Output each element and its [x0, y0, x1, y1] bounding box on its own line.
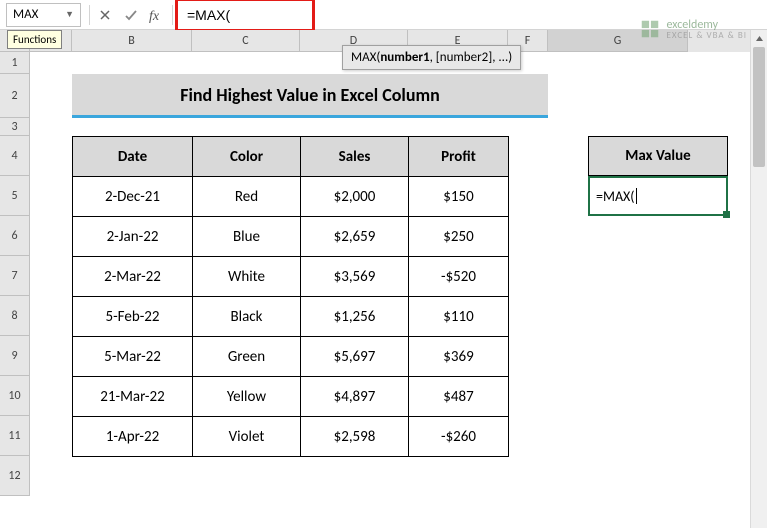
watermark: exceldemy EXCEL & VBA & BI — [639, 18, 748, 40]
row-header-2[interactable]: 2 — [0, 74, 30, 118]
cell-color[interactable]: Black — [193, 297, 301, 337]
fill-handle[interactable] — [723, 211, 730, 218]
table-row: 2-Dec-21Red$2,000$150 — [73, 177, 509, 217]
row-header-7[interactable]: 7 — [0, 256, 30, 296]
row-header-9[interactable]: 9 — [0, 336, 30, 376]
header-profit: Profit — [409, 137, 509, 177]
header-sales: Sales — [301, 137, 409, 177]
cell-sales[interactable]: $1,256 — [301, 297, 409, 337]
tooltip-rest: , [number2], ...) — [430, 50, 513, 65]
separator — [172, 5, 173, 25]
function-argument-tooltip: MAX(number1, [number2], ...) — [342, 45, 521, 70]
cell-date[interactable]: 2-Mar-22 — [73, 257, 193, 297]
table-row: 2-Mar-22White$3,569-$520 — [73, 257, 509, 297]
header-color: Color — [193, 137, 301, 177]
functions-tooltip: Functions — [7, 30, 62, 49]
row-header-5[interactable]: 5 — [0, 176, 30, 216]
cell-sales[interactable]: $2,659 — [301, 217, 409, 257]
cancel-button[interactable] — [92, 3, 118, 27]
cell-date[interactable]: 2-Jan-22 — [73, 217, 193, 257]
cell-sales[interactable]: $4,897 — [301, 377, 409, 417]
row-header-6[interactable]: 6 — [0, 216, 30, 256]
row-header-11[interactable]: 11 — [0, 416, 30, 456]
cell-profit[interactable]: $250 — [409, 217, 509, 257]
logo-icon — [639, 18, 661, 40]
cell-profit[interactable]: -$260 — [409, 417, 509, 457]
cell-date[interactable]: 21-Mar-22 — [73, 377, 193, 417]
table-row: 2-Jan-22Blue$2,659$250 — [73, 217, 509, 257]
row-header-8[interactable]: 8 — [0, 296, 30, 336]
data-table: Date Color Sales Profit 2-Dec-21Red$2,00… — [72, 136, 509, 457]
cell-date[interactable]: 1-Apr-22 — [73, 417, 193, 457]
row-header-3[interactable]: 3 — [0, 118, 30, 136]
text-cursor — [636, 188, 637, 204]
cell-sales[interactable]: $2,000 — [301, 177, 409, 217]
cell-profit[interactable]: $110 — [409, 297, 509, 337]
cell-profit[interactable]: $369 — [409, 337, 509, 377]
row-header-4[interactable]: 4 — [0, 136, 30, 176]
watermark-brand: exceldemy — [667, 19, 748, 31]
active-cell-content: =MAX( — [596, 188, 635, 205]
name-box[interactable]: MAX ▼ Functions — [6, 3, 81, 27]
cell-date[interactable]: 2-Dec-21 — [73, 177, 193, 217]
col-header-b[interactable]: B — [72, 30, 192, 52]
separator — [89, 5, 90, 25]
table-header-row: Date Color Sales Profit — [73, 137, 509, 177]
col-header-c[interactable]: C — [192, 30, 300, 52]
cell-color[interactable]: White — [193, 257, 301, 297]
table-row: 5-Mar-22Green$5,697$369 — [73, 337, 509, 377]
check-icon — [123, 8, 139, 22]
cell-profit[interactable]: -$520 — [409, 257, 509, 297]
tooltip-arg1: number1 — [380, 50, 429, 65]
cell-color[interactable]: Red — [193, 177, 301, 217]
row-header-10[interactable]: 10 — [0, 376, 30, 416]
fx-icon: fx — [148, 7, 166, 23]
worksheet: 1 2 3 4 5 6 7 8 9 10 11 12 A B C D E F G… — [0, 30, 767, 528]
header-date: Date — [73, 137, 193, 177]
cell-date[interactable]: 5-Feb-22 — [73, 297, 193, 337]
grid: A B C D E F G Find Highest Value in Exce… — [30, 30, 767, 528]
row-header-12[interactable]: 12 — [0, 456, 30, 496]
cell-color[interactable]: Blue — [193, 217, 301, 257]
cell-color[interactable]: Green — [193, 337, 301, 377]
scroll-up-button[interactable] — [751, 30, 767, 47]
name-box-value: MAX — [13, 7, 65, 22]
cell-profit[interactable]: $487 — [409, 377, 509, 417]
x-icon — [98, 8, 112, 22]
active-cell-g5[interactable]: =MAX( — [588, 176, 728, 216]
cell-profit[interactable]: $150 — [409, 177, 509, 217]
scroll-thumb[interactable] — [753, 47, 765, 167]
table-row: 5-Feb-22Black$1,256$110 — [73, 297, 509, 337]
enter-button[interactable] — [118, 3, 144, 27]
name-box-dropdown-icon[interactable]: ▼ — [65, 9, 74, 20]
page-title: Find Highest Value in Excel Column — [72, 74, 548, 118]
svg-text:fx: fx — [149, 9, 160, 23]
insert-function-button[interactable]: fx — [144, 3, 170, 27]
cell-color[interactable]: Yellow — [193, 377, 301, 417]
table-row: 1-Apr-22Violet$2,598-$260 — [73, 417, 509, 457]
cell-color[interactable]: Violet — [193, 417, 301, 457]
table-row: 21-Mar-22Yellow$4,897$487 — [73, 377, 509, 417]
watermark-tag: EXCEL & VBA & BI — [667, 31, 748, 40]
vertical-scrollbar[interactable] — [750, 30, 767, 528]
chevron-up-icon — [755, 34, 764, 43]
row-header-column: 1 2 3 4 5 6 7 8 9 10 11 12 — [0, 30, 30, 528]
cell-sales[interactable]: $3,569 — [301, 257, 409, 297]
tooltip-fn: MAX( — [351, 50, 380, 65]
cell-sales[interactable]: $5,697 — [301, 337, 409, 377]
max-value-header: Max Value — [588, 136, 728, 176]
cell-sales[interactable]: $2,598 — [301, 417, 409, 457]
row-header-1[interactable]: 1 — [0, 52, 30, 74]
cell-date[interactable]: 5-Mar-22 — [73, 337, 193, 377]
